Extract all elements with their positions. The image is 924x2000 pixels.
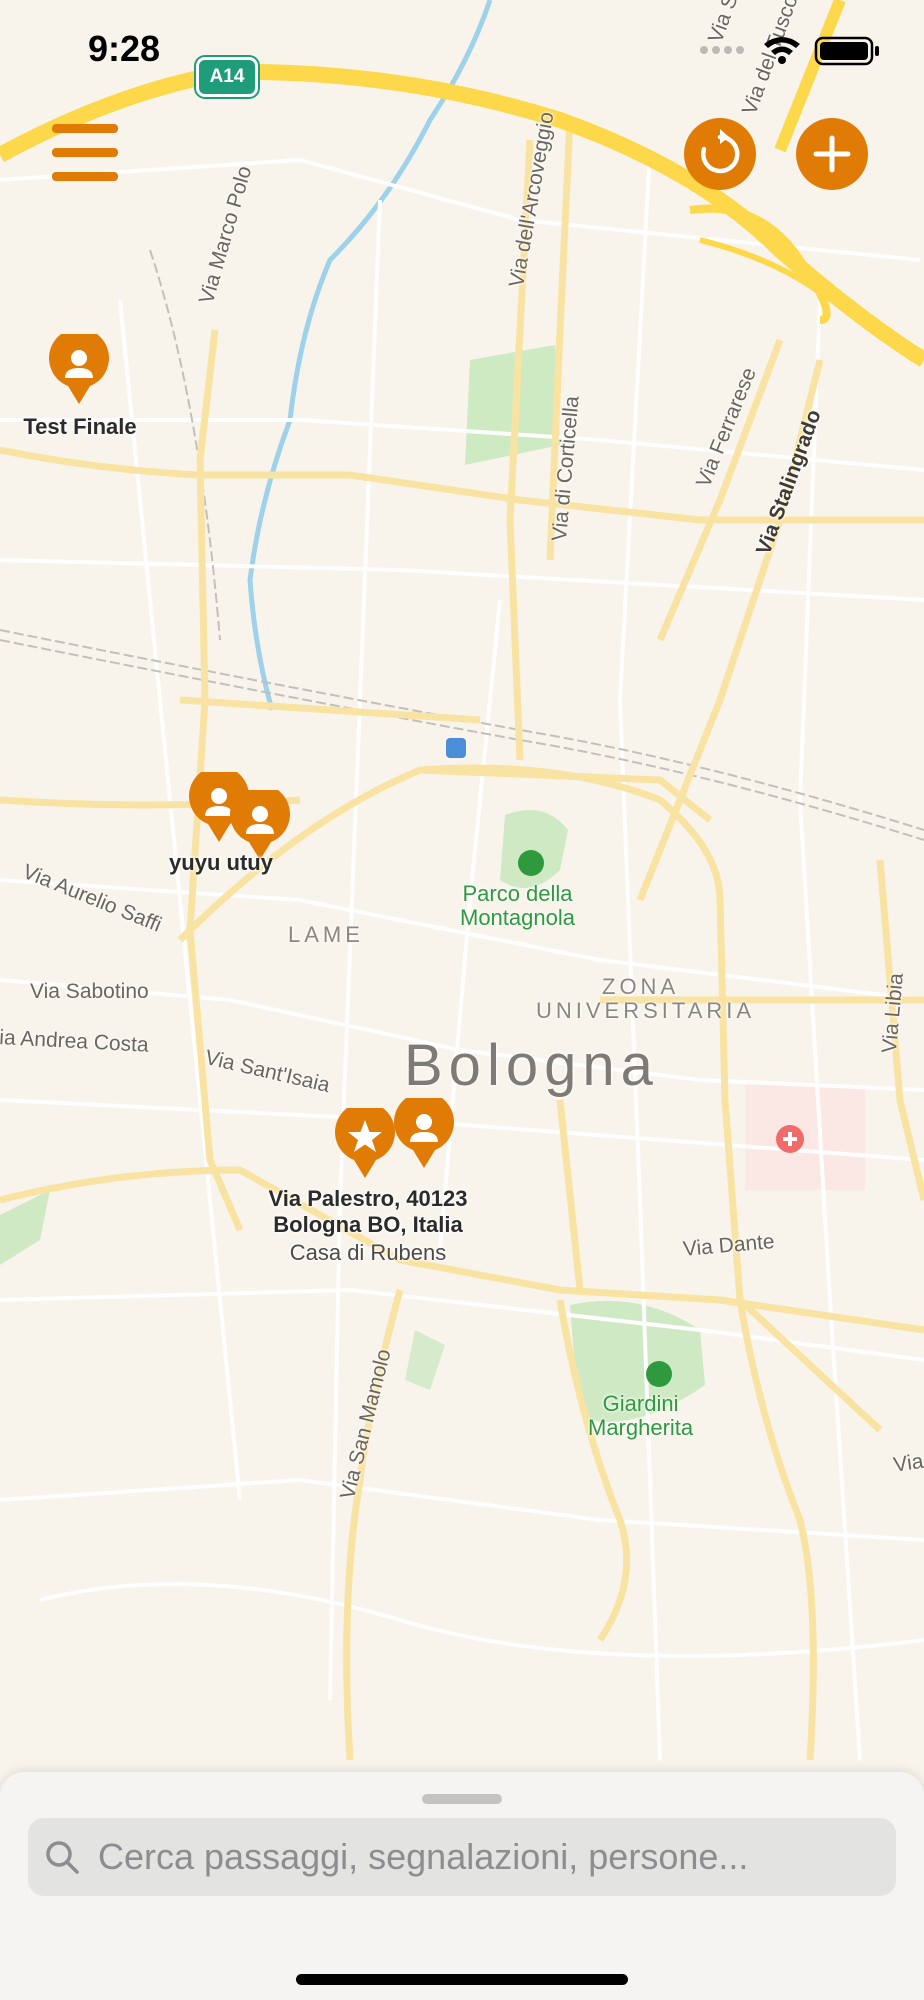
person-icon [211,788,227,804]
poi-label: Casa di Rubens [289,1240,447,1265]
person-icon [71,350,87,366]
person-pin[interactable] [393,1098,455,1170]
park-label-line: Montagnola [460,905,575,930]
pin-label: yuyu utuy [169,850,273,875]
status-time: 9:28 [88,28,161,69]
city-label: Bologna [404,1033,659,1098]
pin-label: Via Palestro, 40123 [268,1186,468,1211]
highway-shield: A14 [196,57,258,97]
wifi-icon [764,37,800,64]
favorite-pin[interactable] [334,1108,396,1180]
hamburger-icon-bar [52,124,118,133]
park-label-line: Parco della [462,881,573,906]
park-label: Parco della Montagnola [460,882,575,930]
battery-icon [814,36,879,66]
person-icon [416,1114,432,1130]
person-icon [252,806,268,822]
park-label: Giardini Margherita [588,1392,693,1440]
home-indicator [296,1974,628,1985]
pin-label: Bologna BO, Italia [273,1212,463,1237]
pin-label: Test Finale [23,414,137,439]
district-label: ZONA [602,974,680,999]
search-bar[interactable] [28,1818,896,1896]
street-label: Via [892,1449,924,1477]
park-label-line: Margherita [588,1415,694,1440]
sheet-grabber[interactable] [422,1794,502,1804]
refresh-icon [701,129,740,174]
district-label: UNIVERSITARIA [536,998,756,1023]
status-icons [700,36,879,66]
hamburger-icon-bar [52,172,118,181]
bottom-sheet[interactable] [0,1772,924,2000]
district-label: LAME [288,922,364,947]
refresh-button[interactable] [684,118,756,190]
signal-icon [700,46,744,54]
park-label-line: Giardini [602,1391,679,1416]
hamburger-icon-bar [52,148,118,157]
person-pin[interactable] [48,334,110,406]
plus-icon [813,135,851,173]
search-icon [46,1841,79,1874]
street-label: Via Sabotino [30,980,149,1003]
search-input[interactable] [96,1835,880,1879]
add-button[interactable] [796,118,868,190]
menu-button[interactable] [48,120,122,184]
